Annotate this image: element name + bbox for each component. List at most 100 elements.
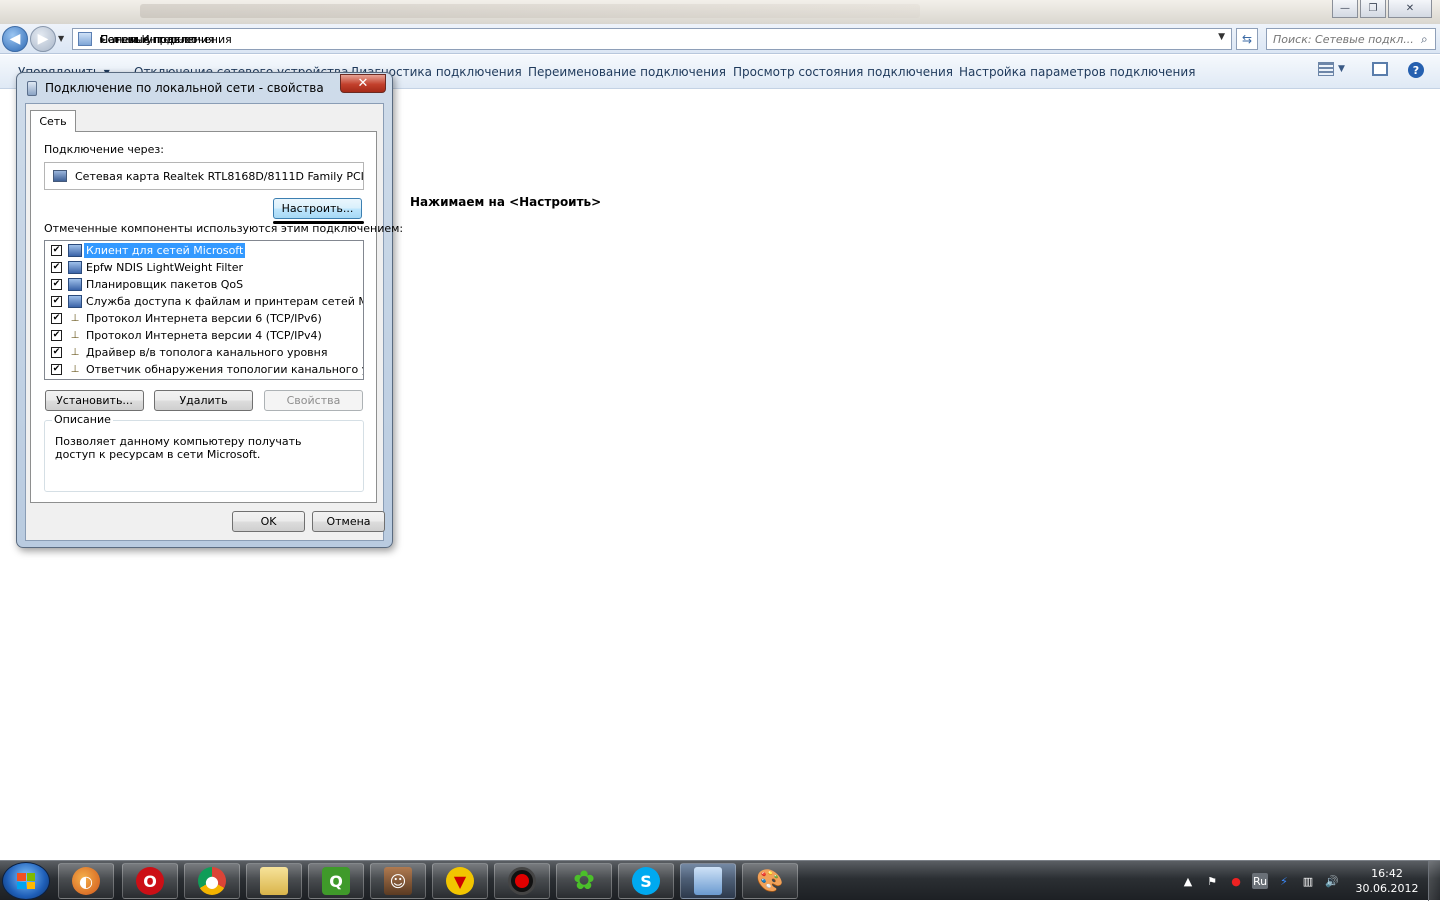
dialog-title: Подключение по локальной сети - свойства xyxy=(45,81,324,95)
configure-button[interactable]: Настроить... xyxy=(273,198,362,219)
list-item[interactable]: ✔ ⊥ Протокол Интернета версии 6 (TCP/IPv… xyxy=(45,310,363,327)
protocol-icon: ⊥ xyxy=(70,330,80,341)
list-item[interactable]: ✔ ⊥ Драйвер в/в тополога канального уров… xyxy=(45,344,363,361)
windows-logo-icon xyxy=(17,873,35,889)
description-legend: Описание xyxy=(52,413,113,426)
help-button[interactable]: ? xyxy=(1408,62,1424,78)
taskbar-paint[interactable]: 🎨 xyxy=(742,863,798,899)
component-label: Планировщик пакетов QoS xyxy=(86,278,244,291)
taskbar-explorer[interactable] xyxy=(246,863,302,899)
components-list[interactable]: ✔ Клиент для сетей Microsoft ✔ Epfw NDIS… xyxy=(44,240,364,380)
recent-pages-dropdown[interactable]: ▼ xyxy=(58,34,64,43)
list-item[interactable]: ✔ ⊥ Протокол Интернета версии 4 (TCP/IPv… xyxy=(45,327,363,344)
component-label: Драйвер в/в тополога канального уровня xyxy=(86,346,328,359)
checkbox[interactable]: ✔ xyxy=(51,313,62,324)
refresh-button[interactable]: ⇆ xyxy=(1236,28,1258,50)
opera-icon: O xyxy=(136,867,164,895)
checkbox[interactable]: ✔ xyxy=(51,364,62,375)
action-center-icon[interactable]: ⚑ xyxy=(1204,873,1220,889)
taskbar-pizza[interactable]: ▼ xyxy=(432,863,488,899)
dialog-close-button[interactable]: ✕ xyxy=(340,74,386,93)
search-input[interactable] xyxy=(1273,32,1421,46)
navigation-bar: ◀ ▶ ▼ ▶ Панель управления ▶ Сеть и Интер… xyxy=(0,24,1440,54)
tab-panel-network: Подключение через: Сетевая карта Realtek… xyxy=(30,131,403,503)
taskbar-control-panel[interactable] xyxy=(680,863,736,899)
show-hidden-icons-button[interactable]: ▲ xyxy=(1180,873,1196,889)
taskbar-recorder[interactable] xyxy=(494,863,550,899)
minimize-button[interactable]: — xyxy=(1332,0,1358,18)
taskbar-qip[interactable]: Q xyxy=(308,863,364,899)
view-status-command[interactable]: Просмотр состояния подключения xyxy=(733,65,953,79)
maximize-button[interactable]: ❐ xyxy=(1360,0,1386,18)
taskbar-firefox[interactable]: ◐ xyxy=(58,863,114,899)
taskbar-icq[interactable]: ✿ xyxy=(556,863,612,899)
checkbox[interactable]: ✔ xyxy=(51,296,62,307)
preview-pane-icon xyxy=(1372,62,1388,76)
list-item[interactable]: ✔ ⊥ Ответчик обнаружения топологии канал… xyxy=(45,361,363,378)
clock-date: 30.06.2012 xyxy=(1355,882,1419,895)
firefox-icon: ◐ xyxy=(72,867,100,895)
checkbox[interactable]: ✔ xyxy=(51,279,62,290)
list-item[interactable]: ✔ Планировщик пакетов QoS xyxy=(45,276,363,293)
breadcrumb: ▶ Панель управления ▶ Сеть и Интернет ▶ … xyxy=(100,33,232,46)
client-icon xyxy=(68,244,82,257)
uninstall-button[interactable]: Удалить xyxy=(154,390,253,411)
component-label: Протокол Интернета версии 6 (TCP/IPv6) xyxy=(86,312,322,325)
install-button[interactable]: Установить... xyxy=(45,390,144,411)
tab-network[interactable]: Сеть xyxy=(30,110,76,132)
language-label: Ru xyxy=(1252,874,1268,888)
network-tray-icon[interactable]: ▥ xyxy=(1300,873,1316,889)
show-desktop-button[interactable] xyxy=(1428,861,1440,901)
skype-icon: S xyxy=(632,867,660,895)
preview-pane-button[interactable] xyxy=(1372,62,1388,76)
checkbox[interactable]: ✔ xyxy=(51,245,62,256)
protocol-icon: ⊥ xyxy=(70,364,80,375)
icq-flower-icon: ✿ xyxy=(573,866,595,896)
checkbox[interactable]: ✔ xyxy=(51,330,62,341)
rename-command[interactable]: Переименование подключения xyxy=(528,65,726,79)
taskbar-media[interactable]: ☺ xyxy=(370,863,426,899)
start-button[interactable] xyxy=(2,862,50,900)
properties-button[interactable]: Свойства xyxy=(264,390,363,411)
component-label: Клиент для сетей Microsoft xyxy=(84,243,246,258)
adapter-field: Сетевая карта Realtek RTL8168D/8111D Fam… xyxy=(44,162,364,190)
components-label: Отмеченные компоненты используются этим … xyxy=(44,222,404,235)
annotation-text: Нажимаем на <Настроить> xyxy=(410,195,602,209)
view-list-icon xyxy=(1318,62,1334,76)
checkbox[interactable]: ✔ xyxy=(51,262,62,273)
client-icon xyxy=(68,261,82,274)
checkbox[interactable]: ✔ xyxy=(51,347,62,358)
pizza-icon: ▼ xyxy=(446,867,474,895)
cancel-button[interactable]: Отмена xyxy=(312,511,385,532)
list-item[interactable]: ✔ Клиент для сетей Microsoft xyxy=(45,242,363,259)
search-icon[interactable]: ⌕ xyxy=(1421,32,1428,47)
list-item[interactable]: ✔ Служба доступа к файлам и принтерам се… xyxy=(45,293,363,310)
change-settings-command[interactable]: Настройка параметров подключения xyxy=(959,65,1195,79)
close-window-button[interactable]: ✕ xyxy=(1388,0,1432,18)
record-icon xyxy=(508,867,536,895)
back-button[interactable]: ◀ xyxy=(2,26,28,52)
breadcrumb-item-network-connections[interactable]: Сетевые подключения xyxy=(100,33,232,46)
antivirus-icon[interactable]: ● xyxy=(1228,873,1244,889)
ok-button[interactable]: OK xyxy=(232,511,305,532)
clock[interactable]: 16:42 30.06.2012 xyxy=(1352,866,1422,896)
component-label: Протокол Интернета версии 4 (TCP/IPv4) xyxy=(86,329,322,342)
description-text: Позволяет данному компьютеру получать до… xyxy=(55,435,302,461)
address-history-dropdown-icon[interactable]: ▼ xyxy=(1218,32,1225,42)
volume-icon[interactable]: 🔊 xyxy=(1324,873,1340,889)
forward-button[interactable]: ▶ xyxy=(30,26,56,52)
adapter-name: Сетевая карта Realtek RTL8168D/8111D Fam… xyxy=(75,169,364,183)
taskbar-chrome[interactable]: ● xyxy=(184,863,240,899)
language-indicator[interactable]: Ru xyxy=(1252,873,1268,889)
view-options-button[interactable]: ▼ xyxy=(1318,62,1345,76)
taskbar-skype[interactable]: S xyxy=(618,863,674,899)
bluetooth-icon[interactable]: ⚡ xyxy=(1276,873,1292,889)
window-titlebar: — ❐ ✕ xyxy=(0,0,1440,24)
taskbar-opera[interactable]: O xyxy=(122,863,178,899)
list-item[interactable]: ✔ Epfw NDIS LightWeight Filter xyxy=(45,259,363,276)
component-label: Ответчик обнаружения топологии канальног… xyxy=(86,363,363,376)
search-box[interactable]: ⌕ xyxy=(1266,28,1436,50)
network-connection-icon xyxy=(27,81,37,96)
clock-time: 16:42 xyxy=(1371,867,1403,880)
address-bar[interactable]: ▶ Панель управления ▶ Сеть и Интернет ▶ … xyxy=(72,28,1232,50)
